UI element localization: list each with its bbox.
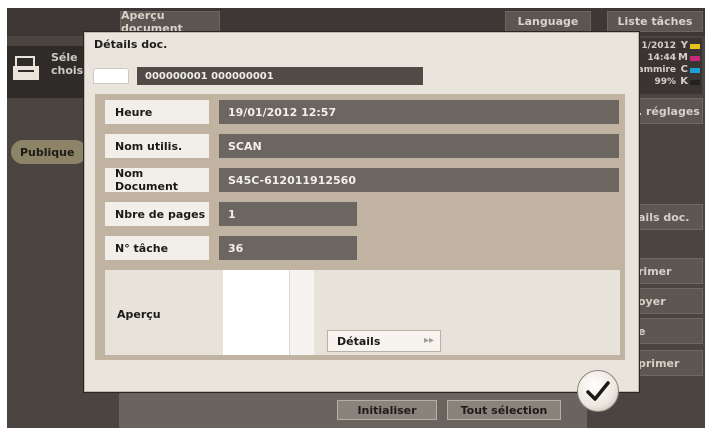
language-button[interactable]: Language — [505, 11, 591, 32]
details-panel: Heure 19/01/2012 12:57 Nom utilis. SCAN … — [95, 94, 625, 360]
time-label: Heure — [105, 100, 209, 124]
preview-scrollbar[interactable] — [289, 270, 314, 355]
details-button-label: Détails — [337, 334, 381, 348]
selection-hint-text: Séle choisi — [51, 51, 87, 77]
document-name-label: Nom Document — [105, 167, 209, 193]
toner-status: 1/2012 14:44 ammire 99% Y M C K — [632, 38, 702, 94]
cyan-toner-bar — [690, 68, 700, 73]
yellow-toner-bar — [690, 44, 700, 49]
black-toner-bar — [690, 80, 700, 85]
preview-label: Aperçu — [117, 308, 161, 321]
confirm-button[interactable] — [577, 370, 619, 412]
reset-button[interactable]: Initialiser — [337, 400, 437, 420]
document-icon — [13, 56, 39, 80]
document-id: 000000001 000000001 — [137, 67, 423, 85]
document-tab — [93, 68, 129, 84]
preview-document-tab[interactable]: Aperçu document — [120, 9, 220, 35]
time-value: 19/01/2012 12:57 — [219, 100, 619, 124]
user-name-value: SCAN — [219, 134, 619, 158]
device-screen: Aperçu document Language Liste tâches Sé… — [7, 8, 705, 428]
double-arrow-icon: ▸▸ — [423, 335, 434, 346]
page-count-label: Nbre de pages — [105, 202, 209, 226]
document-name-value: S45C-612011912560 — [219, 168, 619, 192]
job-number-value: 36 — [219, 236, 357, 260]
document-details-dialog: Détails doc. 000000001 000000001 Heure 1… — [84, 32, 639, 392]
page-count-value: 1 — [219, 202, 357, 226]
user-name-label: Nom utilis. — [105, 134, 209, 158]
select-all-button[interactable]: Tout sélection — [447, 400, 561, 420]
preview-area: Aperçu Détails ▸▸ — [105, 270, 620, 355]
public-box-tab[interactable]: Publique — [11, 140, 87, 164]
job-list-button[interactable]: Liste tâches — [607, 11, 703, 32]
dialog-title: Détails doc. — [94, 38, 168, 51]
checkmark-icon — [586, 381, 610, 401]
details-button[interactable]: Détails ▸▸ — [327, 330, 441, 352]
job-number-label: N° tâche — [105, 236, 209, 260]
magenta-toner-bar — [690, 56, 700, 61]
